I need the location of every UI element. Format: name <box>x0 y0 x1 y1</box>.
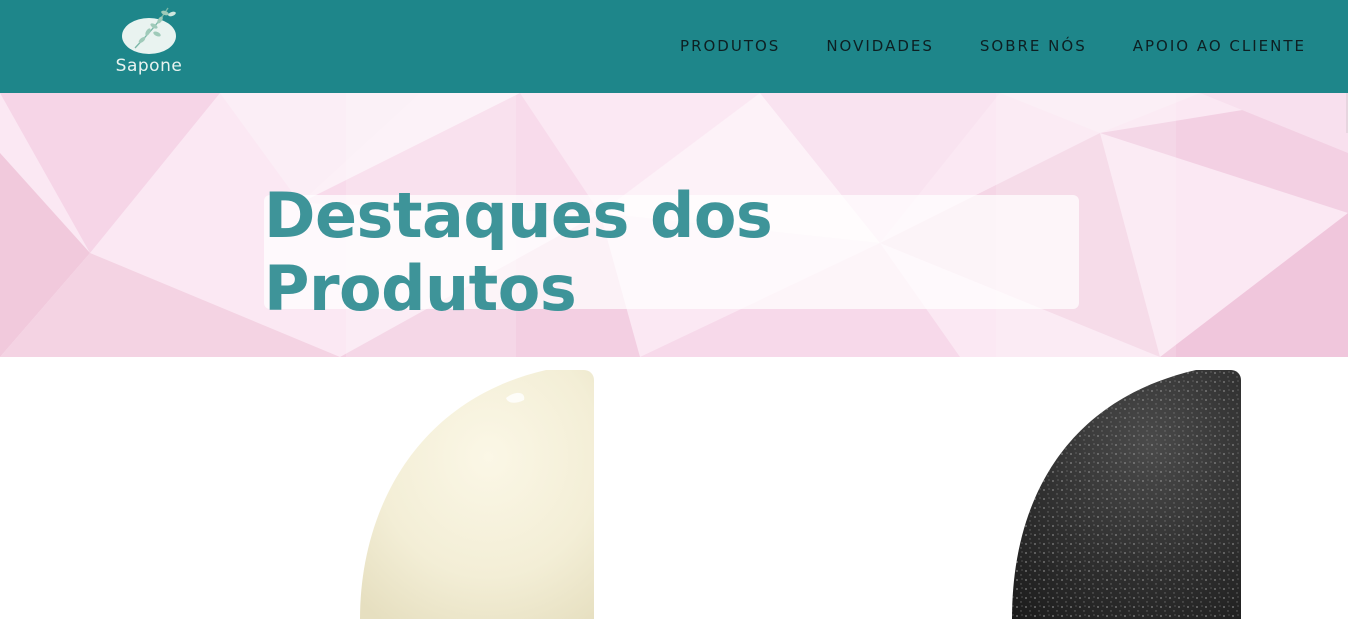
nav-item-sobre-nos[interactable]: SOBRE NÓS <box>980 37 1087 55</box>
logo-link[interactable]: Sapone <box>108 4 190 80</box>
product-card-cream-soap[interactable] <box>356 370 594 619</box>
product-card-charcoal-soap[interactable] <box>1006 370 1241 619</box>
charcoal-soap-bar-image <box>1006 370 1241 619</box>
hero-banner: Destaques dos Produtos <box>0 93 1348 357</box>
brand-name: Sapone <box>115 56 183 76</box>
nav-item-apoio-ao-cliente[interactable]: APOIO AO CLIENTE <box>1133 37 1306 55</box>
cream-soap-bar-image <box>356 370 594 619</box>
hero-title-box: Destaques dos Produtos <box>264 179 1079 325</box>
site-header: Sapone PRODUTOS NOVIDADES SOBRE NÓS APOI… <box>0 0 1348 93</box>
page-title: Destaques dos Produtos <box>264 179 773 325</box>
main-nav: PRODUTOS NOVIDADES SOBRE NÓS APOIO AO CL… <box>634 37 1306 55</box>
leaf-logo-icon <box>122 7 176 54</box>
nav-item-produtos[interactable]: PRODUTOS <box>680 37 780 55</box>
nav-item-novidades[interactable]: NOVIDADES <box>826 37 934 55</box>
